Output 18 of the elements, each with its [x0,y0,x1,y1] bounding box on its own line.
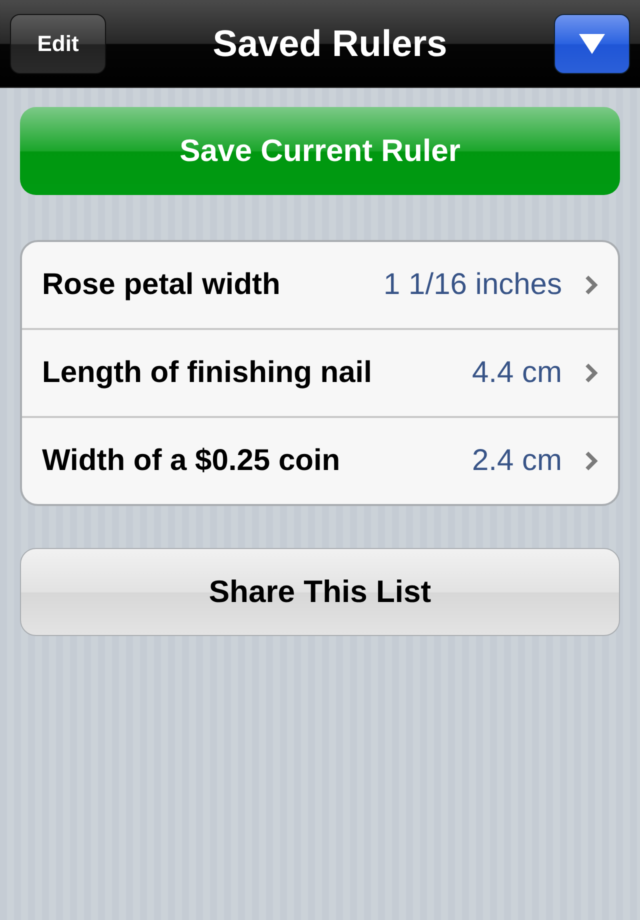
ruler-name: Rose petal width [42,268,282,302]
ruler-name: Width of a $0.25 coin [42,444,342,478]
save-button[interactable]: Save Current Ruler [20,107,620,195]
ruler-row[interactable]: Width of a $0.25 coin 2.4 cm [22,416,618,504]
ruler-row[interactable]: Length of finishing nail 4.4 cm [22,328,618,416]
ruler-value: 4.4 cm [472,356,562,390]
ruler-value: 1 1/16 inches [384,268,562,302]
window-title: Saved Rulers [212,22,448,64]
ruler-name: Length of finishing nail [42,356,373,390]
chevron-icon [584,362,598,384]
triangle-icon [578,32,606,54]
share-button[interactable]: Share This List [20,548,620,636]
ruler-value: 2.4 cm [472,444,562,478]
dropdown-button[interactable] [554,14,630,74]
edit-button[interactable]: Edit [10,14,106,74]
chevron-icon [584,274,598,296]
ruler-row[interactable]: Rose petal width 1 1/16 inches [22,242,618,328]
chevron-icon [584,450,598,472]
